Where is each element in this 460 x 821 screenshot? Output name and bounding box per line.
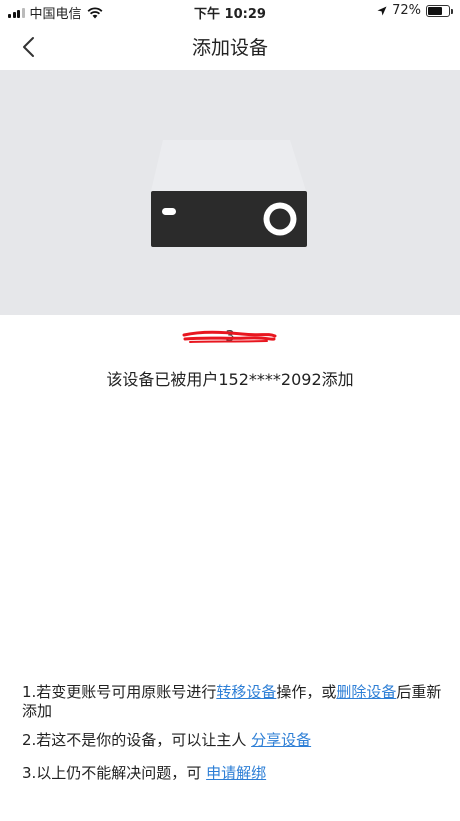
status-bar: 中国电信 下午 10:29 72% bbox=[0, 0, 460, 22]
status-right: 72% bbox=[377, 3, 453, 18]
battery-icon bbox=[426, 4, 453, 17]
battery-fill bbox=[428, 6, 443, 15]
delete-device-link[interactable]: 删除设备 bbox=[336, 683, 396, 701]
help-1-text-b: 操作，或 bbox=[276, 683, 337, 701]
transfer-device-link[interactable]: 转移设备 bbox=[216, 683, 276, 701]
help-3-text: 3.以上仍不能解决问题，可 bbox=[22, 764, 207, 782]
help-item-1: 1.若变更账号可用原账号进行转移设备操作，或删除设备后重新添加 bbox=[22, 683, 442, 721]
share-device-link[interactable]: 分享设备 bbox=[251, 731, 311, 749]
help-1-text-a: 1.若变更账号可用原账号进行 bbox=[22, 683, 217, 701]
device-owner-message: 该设备已被用户152****2092添加 bbox=[106, 370, 354, 389]
battery-percent: 72% bbox=[392, 3, 421, 18]
help-section: 1.若变更账号可用原账号进行转移设备操作，或删除设备后重新添加 2.若这不是你的… bbox=[22, 683, 442, 793]
help-item-3: 3.以上仍不能解决问题，可 申请解绑 bbox=[22, 764, 442, 783]
help-2-text: 2.若这不是你的设备，可以让主人 bbox=[22, 731, 252, 749]
redaction-scribble bbox=[182, 330, 277, 343]
apply-unbind-link[interactable]: 申请解绑 bbox=[206, 764, 266, 782]
device-image-area bbox=[0, 70, 460, 315]
page-title: 添加设备 bbox=[191, 37, 268, 59]
help-item-2: 2.若这不是你的设备，可以让主人 分享设备 bbox=[22, 731, 442, 750]
nav-bar: 添加设备 bbox=[0, 22, 460, 70]
router-icon bbox=[151, 140, 307, 247]
location-arrow-icon bbox=[377, 6, 387, 15]
